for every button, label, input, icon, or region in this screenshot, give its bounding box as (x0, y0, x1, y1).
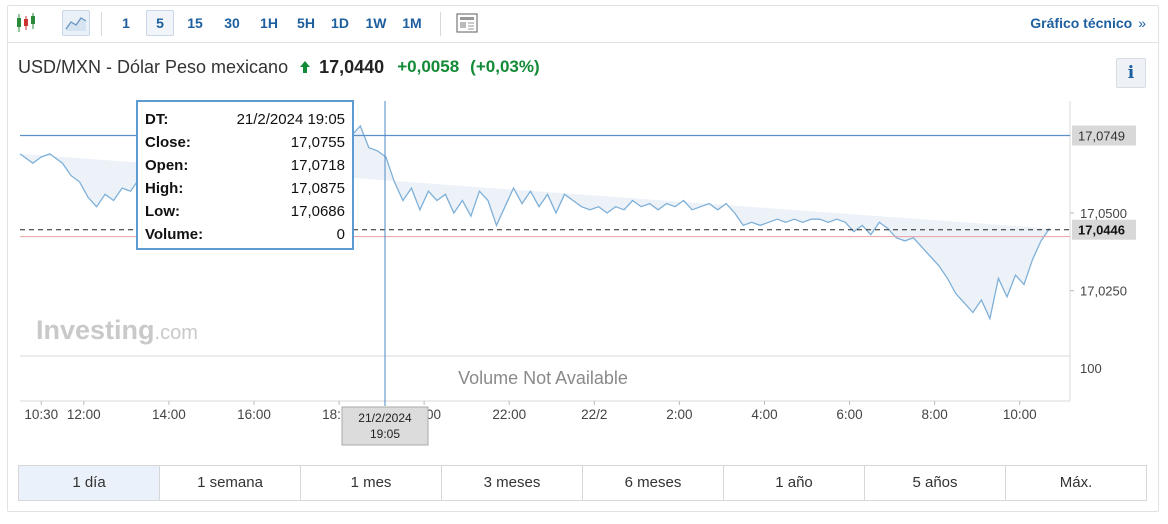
tooltip-key: Volume: (145, 226, 204, 243)
x-tick-label: 22:00 (492, 407, 526, 422)
tooltip-value: 17,0718 (290, 157, 345, 174)
x-tick-label: 22/2 (581, 407, 607, 422)
volume-tick-label: 100 (1080, 361, 1102, 376)
tooltip-value: 17,0755 (290, 134, 345, 151)
data-tooltip: DT: 21/2/2024 19:05 Close: 17,0755 Open: 17,0… (136, 100, 354, 250)
volume-not-available: Volume Not Available (458, 368, 628, 388)
x-tick-label: 16:00 (237, 407, 271, 422)
tooltip-row: Volume: 0 (145, 223, 345, 246)
tooltip-key: Open: (145, 157, 189, 174)
range-selector: 1 día 1 semana 1 mes 3 meses 6 meses 1 año 5 a… (18, 465, 1147, 501)
tooltip-row: Low: 17,0686 (145, 200, 345, 223)
tooltip-key: High: (145, 180, 184, 197)
tooltip-key: Low: (145, 203, 180, 220)
x-tick-label: 12:00 (67, 407, 101, 422)
tooltip-value: 0 (336, 226, 345, 243)
range-button[interactable]: 1 año (723, 466, 864, 500)
chart-widget: 1 5 15 30 1H 5H 1D 1W 1M Gráfico técnico» USD/MX… (7, 5, 1159, 512)
price-label: 17,0446 (1078, 223, 1125, 238)
x-tick-label: 10:30 (24, 407, 58, 422)
x-tick-label: 10:00 (1003, 407, 1037, 422)
watermark-suffix: .com (155, 322, 198, 344)
crosshair-date: 21/2/2024 (358, 411, 412, 425)
tooltip-key: Close: (145, 134, 191, 151)
tooltip-row: Close: 17,0755 (145, 131, 345, 154)
x-tick-label: 6:00 (836, 407, 862, 422)
range-button[interactable]: 5 años (864, 466, 1005, 500)
x-tick-label: 2:00 (666, 407, 692, 422)
tooltip-value: 17,0875 (290, 180, 345, 197)
x-tick-label: 8:00 (921, 407, 947, 422)
range-button[interactable]: 1 día (19, 466, 159, 500)
crosshair-time: 19:05 (370, 427, 400, 441)
watermark-brand: Investing (36, 315, 155, 345)
y-tick-label: 17,0250 (1080, 284, 1127, 299)
tooltip-value: 17,0686 (290, 203, 345, 220)
range-button[interactable]: Máx. (1005, 466, 1146, 500)
price-label: 17,0749 (1078, 129, 1125, 144)
y-tick-label: 17,0500 (1080, 206, 1127, 221)
range-button[interactable]: 1 mes (300, 466, 441, 500)
range-button[interactable]: 6 meses (582, 466, 723, 500)
x-tick-label: 4:00 (751, 407, 777, 422)
range-button[interactable]: 3 meses (441, 466, 582, 500)
tooltip-row: DT: 21/2/2024 19:05 (145, 108, 345, 131)
investing-watermark: Investing.com (36, 315, 198, 345)
x-tick-label: 14:00 (152, 407, 186, 422)
tooltip-value: 21/2/2024 19:05 (236, 111, 345, 128)
range-button[interactable]: 1 semana (159, 466, 300, 500)
tooltip-row: Open: 17,0718 (145, 154, 345, 177)
tooltip-key: DT: (145, 111, 169, 128)
tooltip-row: High: 17,0875 (145, 177, 345, 200)
